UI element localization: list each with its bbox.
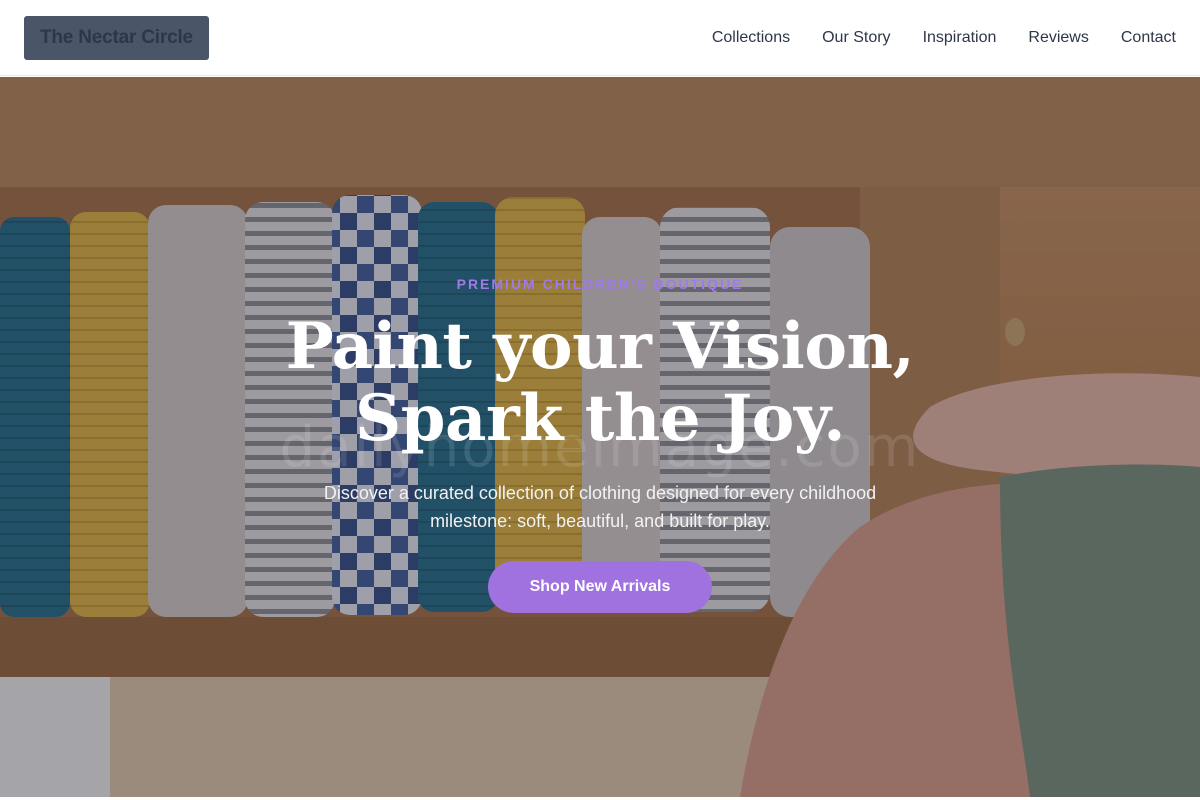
- nav-link-reviews[interactable]: Reviews: [1028, 29, 1088, 47]
- nav-link-collections[interactable]: Collections: [712, 29, 790, 47]
- nav-link-contact[interactable]: Contact: [1121, 29, 1176, 47]
- hero-section: dailyhomeimage.com PREMIUM CHILDREN'S BO…: [0, 77, 1200, 797]
- brand-name: The Nectar Circle: [40, 26, 193, 48]
- hero-subtitle: Discover a curated collection of clothin…: [323, 483, 877, 531]
- hero-headline-line-2: Spark the Joy.: [355, 381, 845, 456]
- hero-eyebrow: PREMIUM CHILDREN'S BOUTIQUE: [456, 276, 744, 292]
- hero-content: PREMIUM CHILDREN'S BOUTIQUE Paint your V…: [0, 77, 1200, 797]
- shop-new-arrivals-button[interactable]: Shop New Arrivals: [488, 561, 712, 613]
- nav-link-our-story[interactable]: Our Story: [822, 29, 890, 47]
- site-header: The Nectar Circle Collections Our Story …: [0, 0, 1200, 76]
- main-nav: Collections Our Story Inspiration Review…: [680, 29, 1176, 47]
- hero-headline-line-1: Paint your Vision,: [285, 309, 915, 384]
- brand-logo[interactable]: The Nectar Circle: [24, 15, 209, 60]
- hero-headline: Paint your Vision, Spark the Joy.: [0, 311, 1200, 455]
- nav-link-inspiration[interactable]: Inspiration: [923, 29, 997, 47]
